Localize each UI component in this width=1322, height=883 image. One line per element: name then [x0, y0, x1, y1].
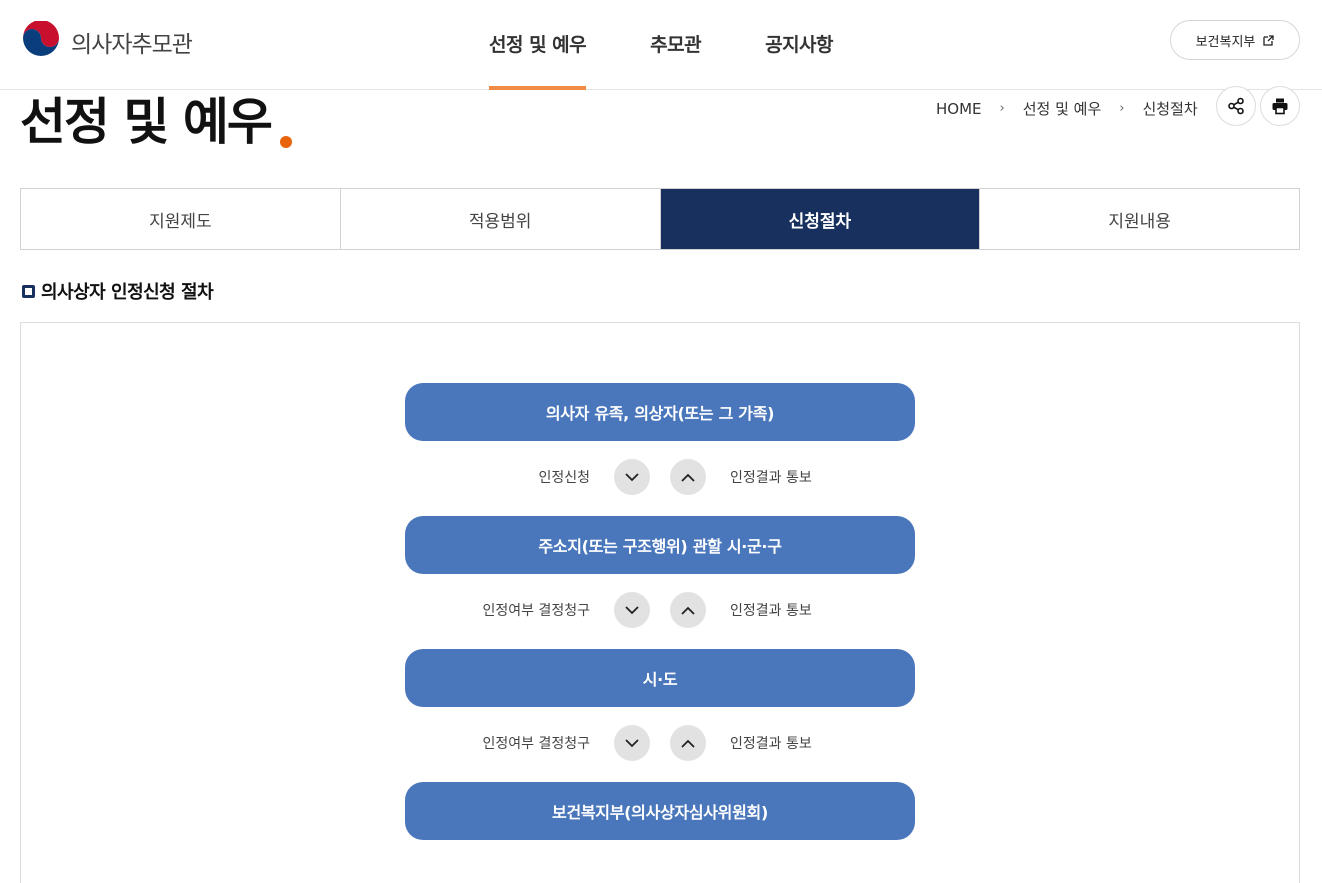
connector-result-label: 인정결과 통보 [730, 736, 812, 752]
share-button[interactable] [1216, 86, 1256, 126]
print-button[interactable] [1260, 86, 1300, 126]
flow-step-province: 시·도 [405, 649, 915, 707]
flow-step-local-government: 주소지(또는 구조행위) 관할 시·군·구 [405, 516, 915, 574]
site-header: 의사자추모관 선정 및 예우 추모관 공지사항 보건복지부 [0, 0, 1322, 90]
flow-connector: 인정여부 결정청구 인정결과 통보 [405, 725, 915, 763]
title-dot-decoration [280, 136, 292, 148]
chevron-down-icon [614, 459, 650, 495]
external-link-icon [1263, 34, 1275, 46]
nav-item-notice[interactable]: 공지사항 [765, 0, 833, 90]
tab-application-procedure[interactable]: 신청절차 [660, 189, 981, 249]
connector-request-label: 인정여부 결정청구 [482, 736, 591, 752]
ministry-link-button[interactable]: 보건복지부 [1170, 20, 1300, 60]
nav-item-memorial[interactable]: 추모관 [650, 0, 701, 90]
print-icon [1272, 98, 1288, 115]
flow-connector: 인정여부 결정청구 인정결과 통보 [405, 592, 915, 630]
chevron-up-icon [670, 725, 706, 761]
breadcrumb-current: 신청절차 [1142, 100, 1198, 118]
section-heading-text: 의사상자 인정신청 절차 [41, 282, 214, 303]
chevron-up-icon [670, 459, 706, 495]
flow-connector: 인정신청 인정결과 통보 [405, 459, 915, 497]
site-logo[interactable]: 의사자추모관 [20, 21, 193, 63]
breadcrumb-separator: › [1119, 101, 1125, 116]
flow-step-applicant: 의사자 유족, 의상자(또는 그 가족) [405, 383, 915, 441]
main-nav: 선정 및 예우 추모관 공지사항 [489, 0, 897, 90]
chevron-down-icon [614, 592, 650, 628]
tab-support-system[interactable]: 지원제도 [21, 189, 341, 249]
chevron-down-icon [614, 725, 650, 761]
logo-text: 의사자추모관 [71, 32, 193, 58]
page-title: 선정 및 예우 [20, 93, 273, 151]
tab-scope[interactable]: 적용범위 [341, 189, 661, 249]
connector-request-label: 인정신청 [538, 470, 590, 486]
ministry-link-label: 보건복지부 [1195, 34, 1256, 50]
share-icon [1228, 97, 1244, 115]
flow-step-ministry: 보건복지부(의사상자심사위원회) [405, 782, 915, 840]
connector-result-label: 인정결과 통보 [730, 470, 812, 486]
connector-result-label: 인정결과 통보 [730, 603, 812, 619]
nav-item-selection[interactable]: 선정 및 예우 [489, 0, 587, 90]
breadcrumb-separator: › [999, 101, 1005, 116]
breadcrumb-home[interactable]: HOME [936, 100, 982, 118]
sub-tabs: 지원제도 적용범위 신청절차 지원내용 [20, 188, 1300, 250]
section-heading: 의사상자 인정신청 절차 [22, 278, 214, 304]
chevron-up-icon [670, 592, 706, 628]
government-emblem-icon [21, 21, 61, 62]
tab-support-details[interactable]: 지원내용 [980, 189, 1299, 249]
breadcrumb-section[interactable]: 선정 및 예우 [1023, 98, 1102, 119]
breadcrumb: HOME › 선정 및 예우 › 신청절차 [936, 98, 1198, 119]
square-bullet-icon [22, 284, 35, 298]
connector-request-label: 인정여부 결정청구 [482, 603, 591, 619]
